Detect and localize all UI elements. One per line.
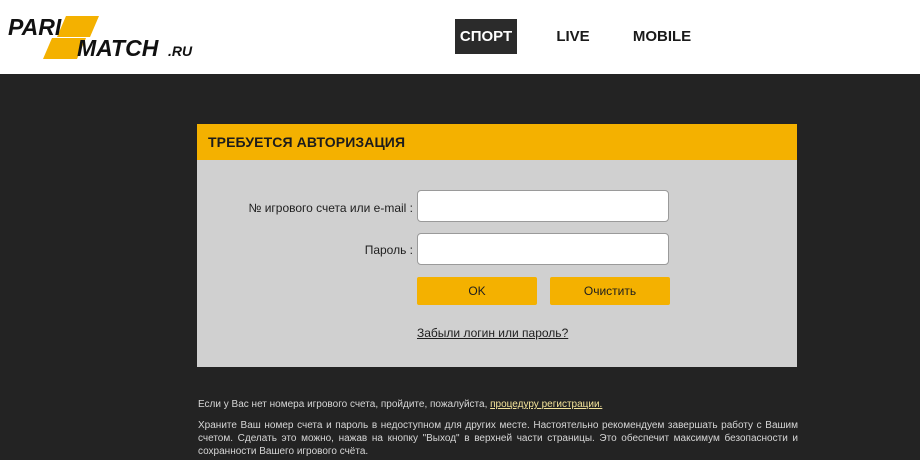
parimatch-logo[interactable]: PARI MATCH .RU bbox=[8, 14, 208, 62]
account-input[interactable] bbox=[417, 190, 669, 222]
password-input[interactable] bbox=[417, 233, 669, 265]
registration-note-text: Если у Вас нет номера игрового счета, пр… bbox=[198, 399, 491, 410]
top-bar: PARI MATCH .RU СПОРТ LIVE MOBILE bbox=[0, 0, 920, 74]
logo-graphic: PARI MATCH .RU bbox=[8, 14, 193, 61]
registration-link[interactable]: процедуру регистрации. bbox=[490, 399, 602, 410]
auth-panel-title: ТРЕБУЕТСЯ АВТОРИЗАЦИЯ bbox=[197, 124, 797, 160]
account-label: № игрового счета или e-mail : bbox=[248, 201, 413, 215]
nav-item-live[interactable]: LIVE bbox=[549, 19, 597, 54]
logo-line1: PARI bbox=[8, 14, 62, 40]
ok-button[interactable]: OK bbox=[417, 277, 537, 305]
password-label: Пароль : bbox=[364, 243, 413, 257]
nav-item-sport[interactable]: СПОРТ bbox=[455, 19, 517, 54]
nav-item-mobile[interactable]: MOBILE bbox=[625, 19, 699, 54]
forgot-password-link[interactable]: Забыли логин или пароль? bbox=[417, 326, 568, 340]
security-note: Храните Ваш номер счета и пароль в недос… bbox=[198, 420, 798, 457]
logo-line2: MATCH bbox=[77, 35, 159, 61]
auth-panel: ТРЕБУЕТСЯ АВТОРИЗАЦИЯ № игрового счета и… bbox=[197, 124, 797, 367]
clear-button[interactable]: Очистить bbox=[550, 277, 670, 305]
registration-note: Если у Вас нет номера игрового счета, пр… bbox=[198, 398, 798, 411]
logo-suffix: .RU bbox=[168, 43, 193, 59]
